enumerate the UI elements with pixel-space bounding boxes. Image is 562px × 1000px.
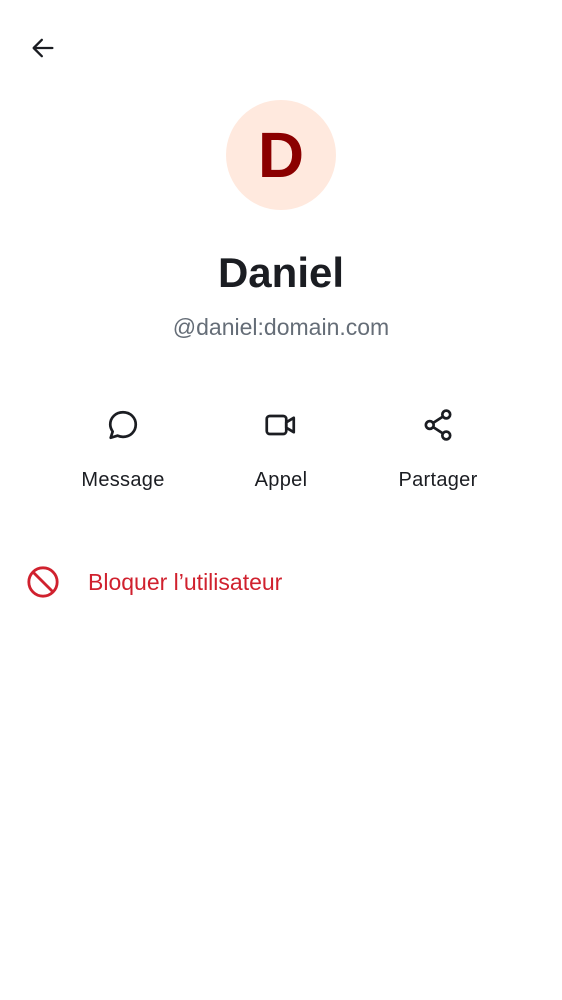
call-button[interactable]: Appel	[211, 400, 351, 500]
arrow-left-icon	[29, 34, 57, 67]
share-label: Partager	[398, 469, 478, 491]
video-camera-icon	[262, 406, 300, 444]
avatar-initial: D	[257, 119, 305, 191]
share-icon	[419, 406, 457, 444]
message-label: Message	[81, 469, 165, 491]
block-icon	[26, 565, 60, 599]
block-user-label: Bloquer l’utilisateur	[88, 569, 283, 595]
share-button[interactable]: Partager	[368, 400, 508, 500]
user-profile-screen: D Daniel @daniel:domain.com Message Appe…	[0, 0, 562, 1000]
avatar[interactable]: D	[226, 100, 336, 210]
chat-bubble-icon	[104, 406, 142, 444]
user-id: @daniel:domain.com	[172, 314, 390, 340]
back-button[interactable]	[21, 28, 65, 72]
action-bar: Message Appel Partager	[0, 400, 562, 500]
call-label: Appel	[254, 469, 308, 491]
block-user-button[interactable]: Bloquer l’utilisateur	[0, 556, 562, 608]
message-button[interactable]: Message	[53, 400, 193, 500]
display-name: Daniel	[217, 249, 345, 296]
